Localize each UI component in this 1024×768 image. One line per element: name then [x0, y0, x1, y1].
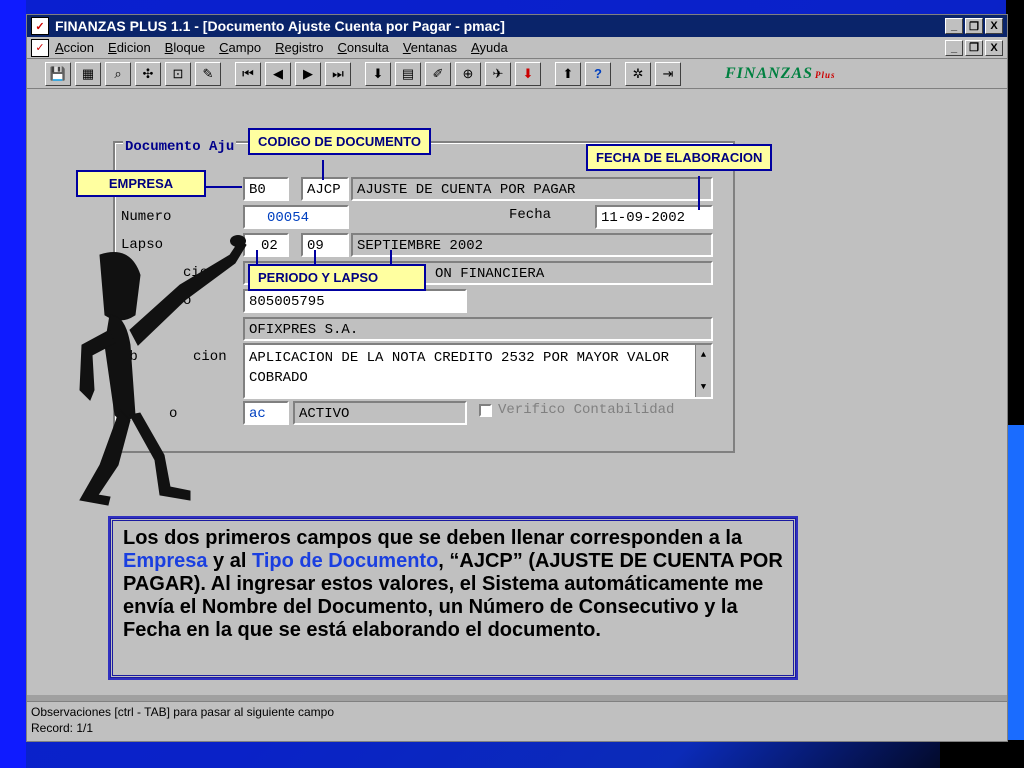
scroll-up-icon[interactable]: ▲ [701, 345, 706, 365]
tipo-documento-field[interactable]: AJCP [301, 177, 349, 201]
telefono-field[interactable]: 805005795 [243, 289, 467, 313]
menu-campo[interactable]: Campo [219, 40, 261, 55]
toolbar: 💾 ▦ ⌕ ✣ ⊡ ✎ ⏮ ◀ ▶ ⏭ ⬇ ▤ ✐ ⊕ ✈ ⬇ ⬆? ✲ ⇥ FINANZAS Plus [27, 59, 1007, 89]
callout-periodo-arrow-3 [390, 250, 392, 266]
stickman-raised-arm [129, 239, 247, 346]
callout-empresa: EMPRESA [76, 170, 206, 197]
stickman-pointing-hand [230, 235, 246, 247]
insert-record-icon[interactable]: ▦ [75, 61, 101, 86]
zoom-icon[interactable]: ⊡ [165, 61, 191, 86]
callout-periodo-lapso: PERIODO Y LAPSO [248, 264, 426, 291]
finanzas-logo: FINANZAS Plus [725, 64, 836, 82]
menu-accion[interactable]: Accion [55, 40, 94, 55]
stickman-right-leg [129, 412, 191, 501]
tipo-documento-nombre: AJUSTE DE CUENTA POR PAGAR [351, 177, 713, 201]
tools-icon[interactable]: ✣ [135, 61, 161, 86]
last-record-icon[interactable]: ⏭ [325, 61, 351, 86]
menu-edicion[interactable]: Edicion [108, 40, 151, 55]
doc-close-button[interactable]: X [985, 39, 1003, 56]
form-title: Documento Aju [123, 139, 237, 155]
app-icon[interactable]: ✓ [31, 17, 49, 35]
help-icon[interactable]: ? [585, 61, 611, 86]
explanation-box: Los dos primeros campos que se deben lle… [108, 516, 798, 680]
next-record-icon[interactable]: ▶ [295, 61, 321, 86]
doc-minimize-button[interactable]: _ [945, 39, 963, 56]
brush-icon[interactable]: ✎ [195, 61, 221, 86]
settings-icon[interactable]: ✲ [625, 61, 651, 86]
callout-fecha-arrow [698, 176, 700, 210]
explanation-highlight-empresa: Empresa [123, 550, 208, 572]
callout-empresa-arrow [206, 186, 242, 188]
verifico-label: Verifico Contabilidad [498, 402, 675, 418]
observacion-field[interactable]: APLICACION DE LA NOTA CREDITO 2532 POR M… [243, 343, 713, 399]
exit-icon[interactable]: ⇥ [655, 61, 681, 86]
callout-fecha-elaboracion: FECHA DE ELABORACION [586, 144, 773, 171]
title-bar: ✓ FINANZAS PLUS 1.1 - [Documento Ajuste … [27, 15, 1007, 37]
doc-restore-button[interactable]: ❐ [965, 39, 983, 56]
status-bar: Observaciones [ctrl - TAB] para pasar al… [27, 701, 1007, 741]
prev-record-icon[interactable]: ◀ [265, 61, 291, 86]
menu-consulta[interactable]: Consulta [338, 40, 389, 55]
stick-figure-illustration [79, 235, 247, 506]
window-title: FINANZAS PLUS 1.1 - [Documento Ajuste Cu… [55, 18, 505, 34]
menu-ayuda[interactable]: Ayuda [471, 40, 508, 55]
up-arrow-icon[interactable]: ⬆ [555, 61, 581, 86]
grid-icon[interactable]: ▤ [395, 61, 421, 86]
explanation-text-2: y al [207, 550, 252, 572]
menu-ventanas[interactable]: Ventanas [403, 40, 457, 55]
fecha-label: Fecha [509, 207, 552, 223]
verifico-contabilidad[interactable]: Verifico Contabilidad [479, 402, 674, 418]
observacion-scrollbar[interactable]: ▲ ▼ [695, 345, 711, 397]
menu-bloque[interactable]: Bloque [165, 40, 205, 55]
scroll-down-icon[interactable]: ▼ [701, 377, 706, 397]
slide-left-bar [0, 0, 26, 768]
explanation-highlight-tipo: Tipo de Documento [251, 550, 439, 572]
record-counter: Record: 1/1 [31, 721, 94, 735]
slide-bottom-decoration [940, 740, 1024, 768]
stickman-left-leg [79, 409, 131, 506]
empresa-field[interactable]: B0 [243, 177, 289, 201]
minimize-button[interactable]: _ [945, 18, 963, 34]
binoculars-icon[interactable]: ⌕ [105, 61, 131, 86]
observacion-text: APLICACION DE LA NOTA CREDITO 2532 POR M… [249, 350, 670, 386]
callout-periodo-arrow-2 [314, 250, 316, 266]
proveedor-field: OFIXPRES S.A. [243, 317, 713, 341]
stickman-head [99, 252, 141, 321]
estado-field: ACTIVO [293, 401, 467, 425]
explanation-text-1: Los dos primeros campos que se deben lle… [123, 527, 743, 549]
callout-codigo-documento: CODIGO DE DOCUMENTO [248, 128, 431, 155]
restore-button[interactable]: ❐ [965, 18, 983, 34]
status-hint: Observaciones [ctrl - TAB] para pasar al… [31, 705, 335, 719]
callout-codigo-arrow [322, 160, 324, 180]
fecha-field[interactable]: 11-09-2002 [595, 205, 713, 229]
down-arrow-icon[interactable]: ⬇ [365, 61, 391, 86]
menu-registro[interactable]: Registro [275, 40, 323, 55]
close-button[interactable]: X [985, 18, 1003, 34]
globe-icon[interactable]: ⊕ [455, 61, 481, 86]
verifico-checkbox[interactable] [479, 403, 492, 417]
slide-right-blue-decoration [1006, 425, 1024, 768]
lapso-mes-field[interactable]: 09 [301, 233, 349, 257]
red-down-icon[interactable]: ⬇ [515, 61, 541, 86]
save-icon[interactable]: 💾 [45, 61, 71, 86]
runner-icon[interactable]: ✈ [485, 61, 511, 86]
lapso-nombre: SEPTIEMBRE 2002 [351, 233, 713, 257]
document-icon[interactable]: ✓ [31, 38, 49, 57]
menu-bar: ✓ Accion Edicion Bloque Campo Registro C… [27, 37, 1007, 59]
edit-icon[interactable]: ✐ [425, 61, 451, 86]
first-record-icon[interactable]: ⏮ [235, 61, 261, 86]
